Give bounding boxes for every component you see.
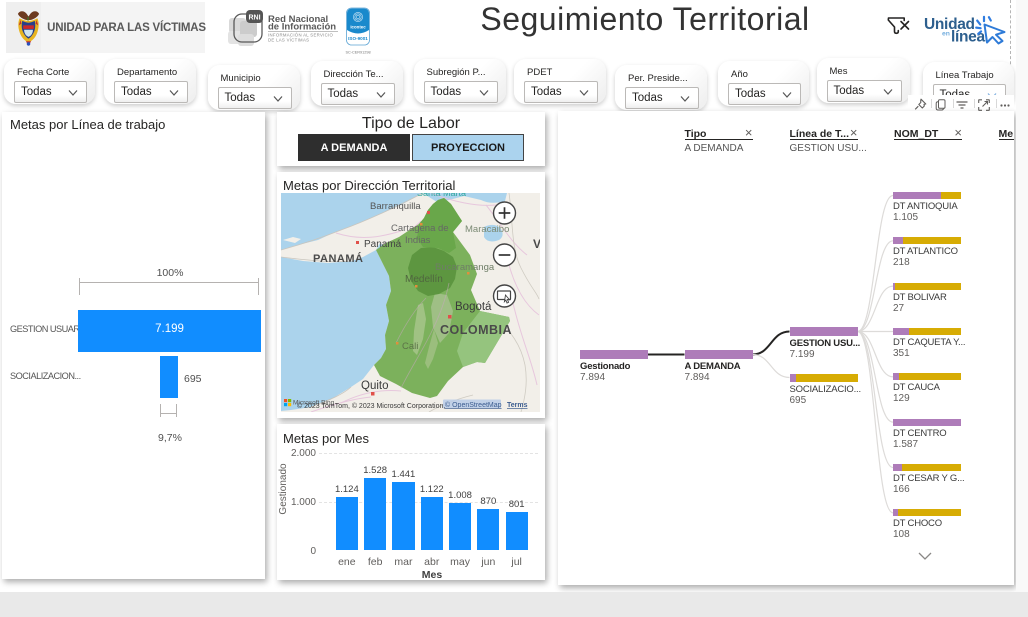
svg-text:Terms: Terms [507,402,528,409]
svg-text:en: en [942,31,950,38]
svg-text:Panamá: Panamá [364,239,402,250]
svg-text:© OpenStreetMap: © OpenStreetMap [445,401,502,409]
svg-text:Bucaramanga: Bucaramanga [435,262,495,273]
svg-text:SC-CER91298: SC-CER91298 [345,51,370,55]
svg-text:Quito: Quito [361,380,389,392]
svg-text:PANAMÁ: PANAMÁ [313,252,363,265]
svg-text:Bogotá: Bogotá [455,301,492,313]
svg-text:RNI: RNI [248,15,260,22]
svg-text:V: V [533,237,540,251]
svg-text:ISO-9001: ISO-9001 [348,36,368,41]
svg-text:Barranquilla: Barranquilla [370,201,421,212]
svg-text:Cartagena de: Cartagena de [391,223,449,234]
svg-text:© 2023 TomTom, © 2023 Microsof: © 2023 TomTom, © 2023 Microsoft Corporat… [297,402,445,410]
svg-text:de Información: de Información [268,22,336,33]
svg-text:Maracaibo: Maracaibo [465,224,509,235]
svg-text:Indias: Indias [405,235,431,246]
svg-text:COLOMBIA: COLOMBIA [440,323,512,337]
svg-text:Medellín: Medellín [405,274,443,285]
svg-text:Cali: Cali [402,341,418,352]
svg-text:icontec: icontec [350,25,366,30]
svg-text:Santa Marta: Santa Marta [417,193,466,198]
svg-text:DE LAS VÍCTIMAS: DE LAS VÍCTIMAS [268,38,309,43]
